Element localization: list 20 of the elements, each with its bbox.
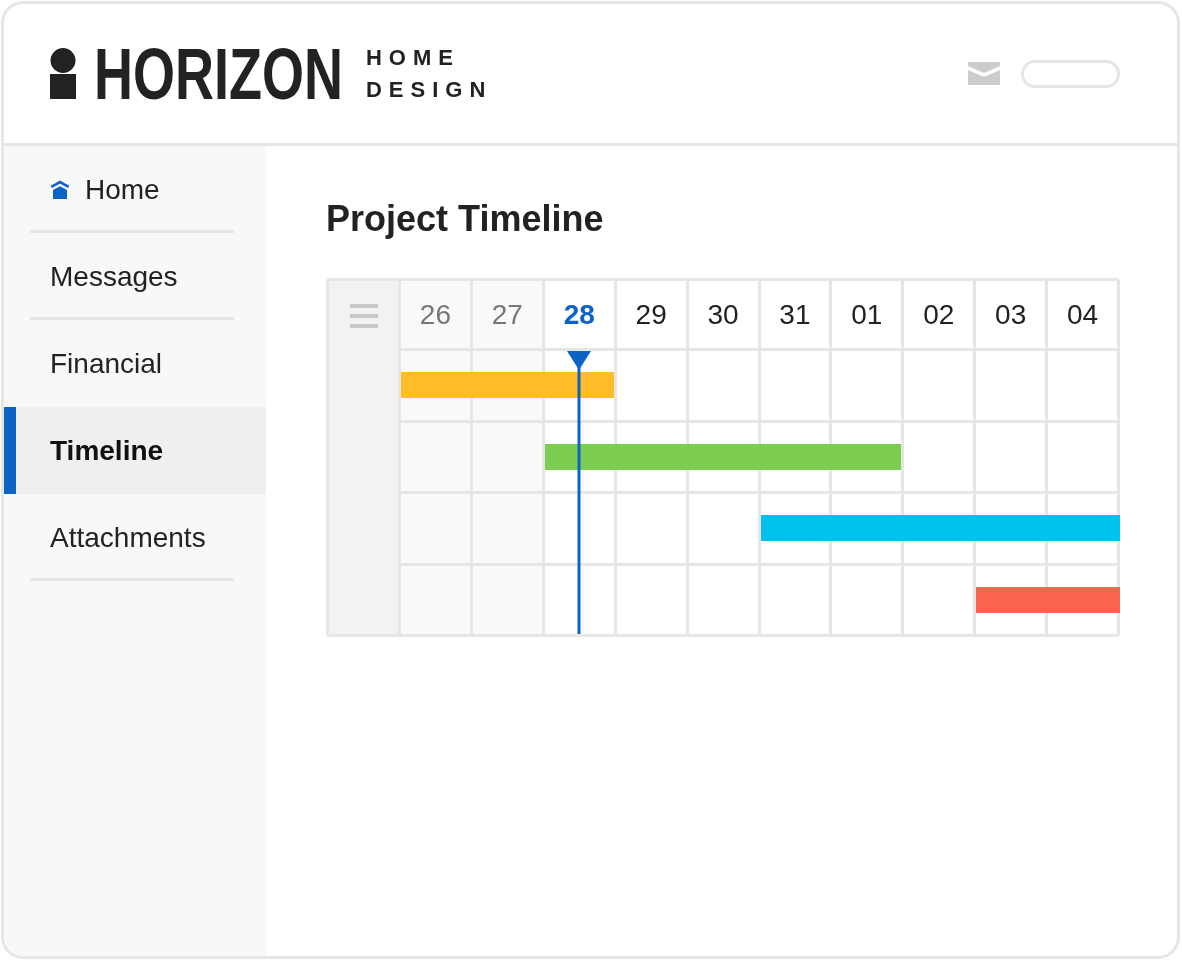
logo-wordmark: HORIZON bbox=[94, 37, 343, 110]
empty-button[interactable] bbox=[1021, 59, 1120, 88]
day-header: 02 bbox=[904, 281, 974, 348]
day-header: 26 bbox=[401, 281, 470, 348]
day-header: 31 bbox=[760, 281, 830, 348]
day-header: 30 bbox=[688, 281, 758, 348]
logo-tagline: HOME DESIGN bbox=[366, 43, 494, 104]
menu-icon[interactable] bbox=[349, 304, 378, 328]
sidebar-item[interactable]: Financial bbox=[4, 320, 266, 407]
home-icon bbox=[50, 180, 70, 199]
day-header: 03 bbox=[976, 281, 1046, 348]
envelope-icon[interactable] bbox=[968, 62, 1000, 85]
page-title: Project Timeline bbox=[326, 197, 605, 240]
logo-icon bbox=[50, 48, 76, 99]
day-header: 28 bbox=[544, 281, 614, 348]
day-header: 29 bbox=[616, 281, 686, 348]
day-header: 04 bbox=[1048, 281, 1117, 348]
day-header: 27 bbox=[472, 281, 542, 348]
day-header: 01 bbox=[832, 281, 902, 348]
sidebar-item[interactable]: Timeline bbox=[4, 407, 266, 494]
